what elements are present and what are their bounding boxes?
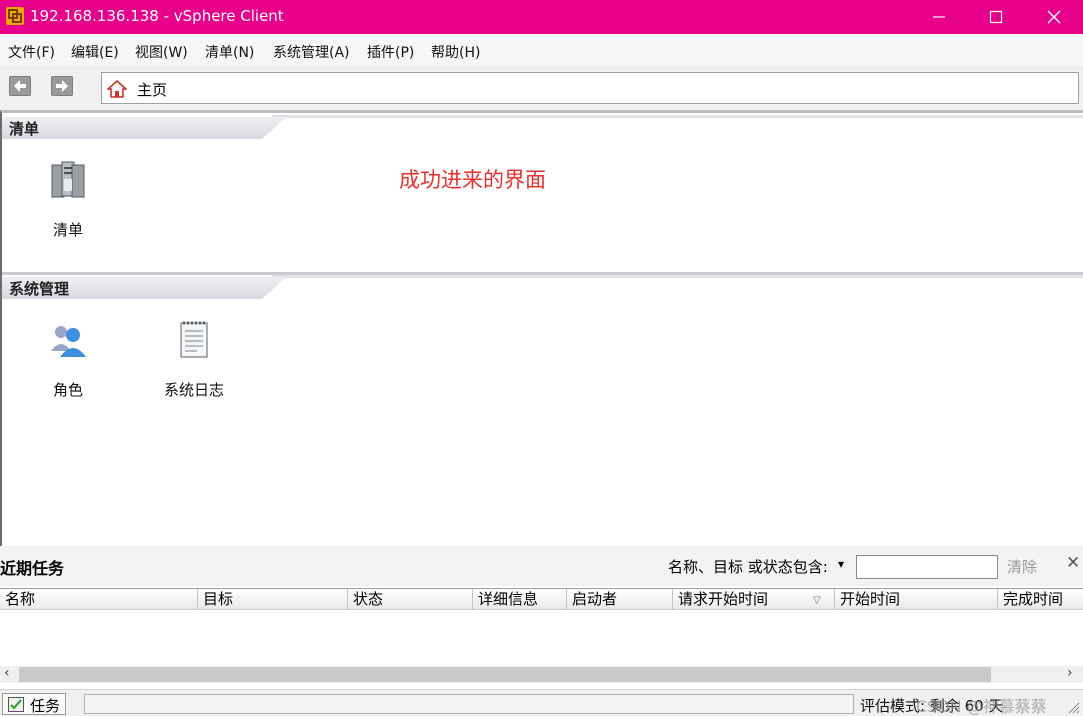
roles-tile[interactable]: 角色 bbox=[23, 319, 113, 400]
inventory-tile-label: 清单 bbox=[52, 221, 83, 239]
system-log-icon bbox=[172, 319, 216, 363]
menu-administration[interactable]: 系统管理(A) bbox=[273, 42, 350, 62]
column-header-start-time[interactable]: 开始时间 bbox=[835, 589, 998, 610]
success-annotation: 成功进来的界面 bbox=[399, 168, 546, 192]
scroll-left-icon[interactable]: ‹ bbox=[4, 665, 10, 681]
watermark: CSDN @神慕蔡蔡 bbox=[916, 697, 1047, 716]
window-title: 192.168.136.138 - vSphere Client bbox=[30, 7, 284, 25]
back-button[interactable] bbox=[9, 76, 31, 96]
tasks-button[interactable]: 任务 bbox=[2, 693, 66, 715]
vsphere-app-icon bbox=[5, 6, 25, 26]
scroll-thumb[interactable] bbox=[19, 667, 991, 682]
section-rule bbox=[272, 275, 1083, 278]
minimize-button[interactable] bbox=[910, 0, 968, 34]
tasks-icon bbox=[8, 697, 24, 712]
menu-edit[interactable]: 编辑(E) bbox=[71, 42, 119, 62]
forward-button[interactable] bbox=[51, 76, 73, 96]
close-button[interactable] bbox=[1025, 0, 1083, 34]
inventory-servers-icon bbox=[46, 159, 90, 203]
menu-bar: 文件(F) 编辑(E) 视图(W) 清单(N) 系统管理(A) 插件(P) 帮助… bbox=[0, 34, 1083, 66]
resize-grip-icon[interactable] bbox=[1066, 700, 1080, 714]
sort-descending-icon: ▽ bbox=[813, 595, 821, 606]
horizontal-scrollbar[interactable]: ‹ › bbox=[0, 665, 1083, 683]
home-icon bbox=[105, 79, 129, 99]
title-bar: 192.168.136.138 - vSphere Client bbox=[0, 0, 1083, 34]
section-header-administration: 系统管理 bbox=[2, 275, 1083, 301]
recent-tasks-header: 近期任务 名称、目标 或状态包含: ▾ 清除 ✕ bbox=[0, 546, 1083, 586]
forward-arrow-icon bbox=[56, 80, 68, 92]
close-tasks-icon[interactable]: ✕ bbox=[1066, 553, 1080, 573]
minimize-icon bbox=[933, 16, 945, 18]
back-arrow-icon bbox=[14, 80, 26, 92]
home-panel: 清单 清单 成功进来的界面 系统管理 角色 系统日志 bbox=[0, 110, 1083, 546]
section-header-inventory: 清单 bbox=[2, 115, 1083, 141]
section-tab bbox=[2, 117, 287, 139]
maximize-button[interactable] bbox=[967, 0, 1025, 34]
column-header-details[interactable]: 详细信息 bbox=[473, 589, 567, 610]
section-rule bbox=[272, 115, 1083, 118]
menu-help[interactable]: 帮助(H) bbox=[431, 42, 480, 62]
menu-file[interactable]: 文件(F) bbox=[8, 42, 55, 62]
section-title-inventory: 清单 bbox=[9, 120, 40, 138]
scroll-right-icon[interactable]: › bbox=[1067, 665, 1073, 681]
column-header-initiator[interactable]: 启动者 bbox=[567, 589, 673, 610]
inventory-tile[interactable]: 清单 bbox=[23, 159, 113, 240]
menu-plugins[interactable]: 插件(P) bbox=[367, 42, 414, 62]
roles-tile-label: 角色 bbox=[52, 381, 83, 399]
system-log-tile[interactable]: 系统日志 bbox=[149, 319, 239, 400]
status-message-field bbox=[84, 694, 854, 714]
menu-view[interactable]: 视图(W) bbox=[135, 42, 188, 62]
tasks-column-headers: 名称 目标 状态 详细信息 启动者 请求开始时间 ▽ 开始时间 完成时间 bbox=[0, 588, 1083, 610]
address-bar[interactable]: 主页 bbox=[101, 72, 1079, 104]
filter-dropdown-icon[interactable]: ▾ bbox=[838, 557, 844, 571]
system-log-tile-label: 系统日志 bbox=[163, 381, 224, 399]
filter-input[interactable] bbox=[856, 555, 998, 579]
clear-button[interactable]: 清除 bbox=[1007, 556, 1037, 577]
recent-tasks-title: 近期任务 bbox=[0, 559, 65, 578]
roles-users-icon bbox=[46, 319, 90, 363]
column-header-target[interactable]: 目标 bbox=[198, 589, 348, 610]
address-text: 主页 bbox=[137, 81, 168, 99]
filter-label: 名称、目标 或状态包含: bbox=[668, 558, 828, 576]
recent-tasks-panel: 近期任务 名称、目标 或状态包含: ▾ 清除 ✕ 名称 目标 状态 详细信息 启… bbox=[0, 546, 1083, 716]
menu-inventory[interactable]: 清单(N) bbox=[205, 42, 254, 62]
maximize-icon bbox=[989, 10, 1003, 24]
column-header-name[interactable]: 名称 bbox=[0, 589, 198, 610]
status-bar: 任务 评估模式: 剩余 60 天 CSDN @神慕蔡蔡 bbox=[0, 689, 1083, 716]
column-header-requested-start[interactable]: 请求开始时间 bbox=[673, 589, 835, 610]
close-icon bbox=[1047, 10, 1061, 24]
section-title-administration: 系统管理 bbox=[9, 280, 70, 298]
column-header-status[interactable]: 状态 bbox=[348, 589, 473, 610]
column-header-completed-time[interactable]: 完成时间 bbox=[998, 589, 1083, 610]
tasks-button-label: 任务 bbox=[30, 697, 61, 715]
navigation-bar: 主页 bbox=[0, 66, 1083, 110]
